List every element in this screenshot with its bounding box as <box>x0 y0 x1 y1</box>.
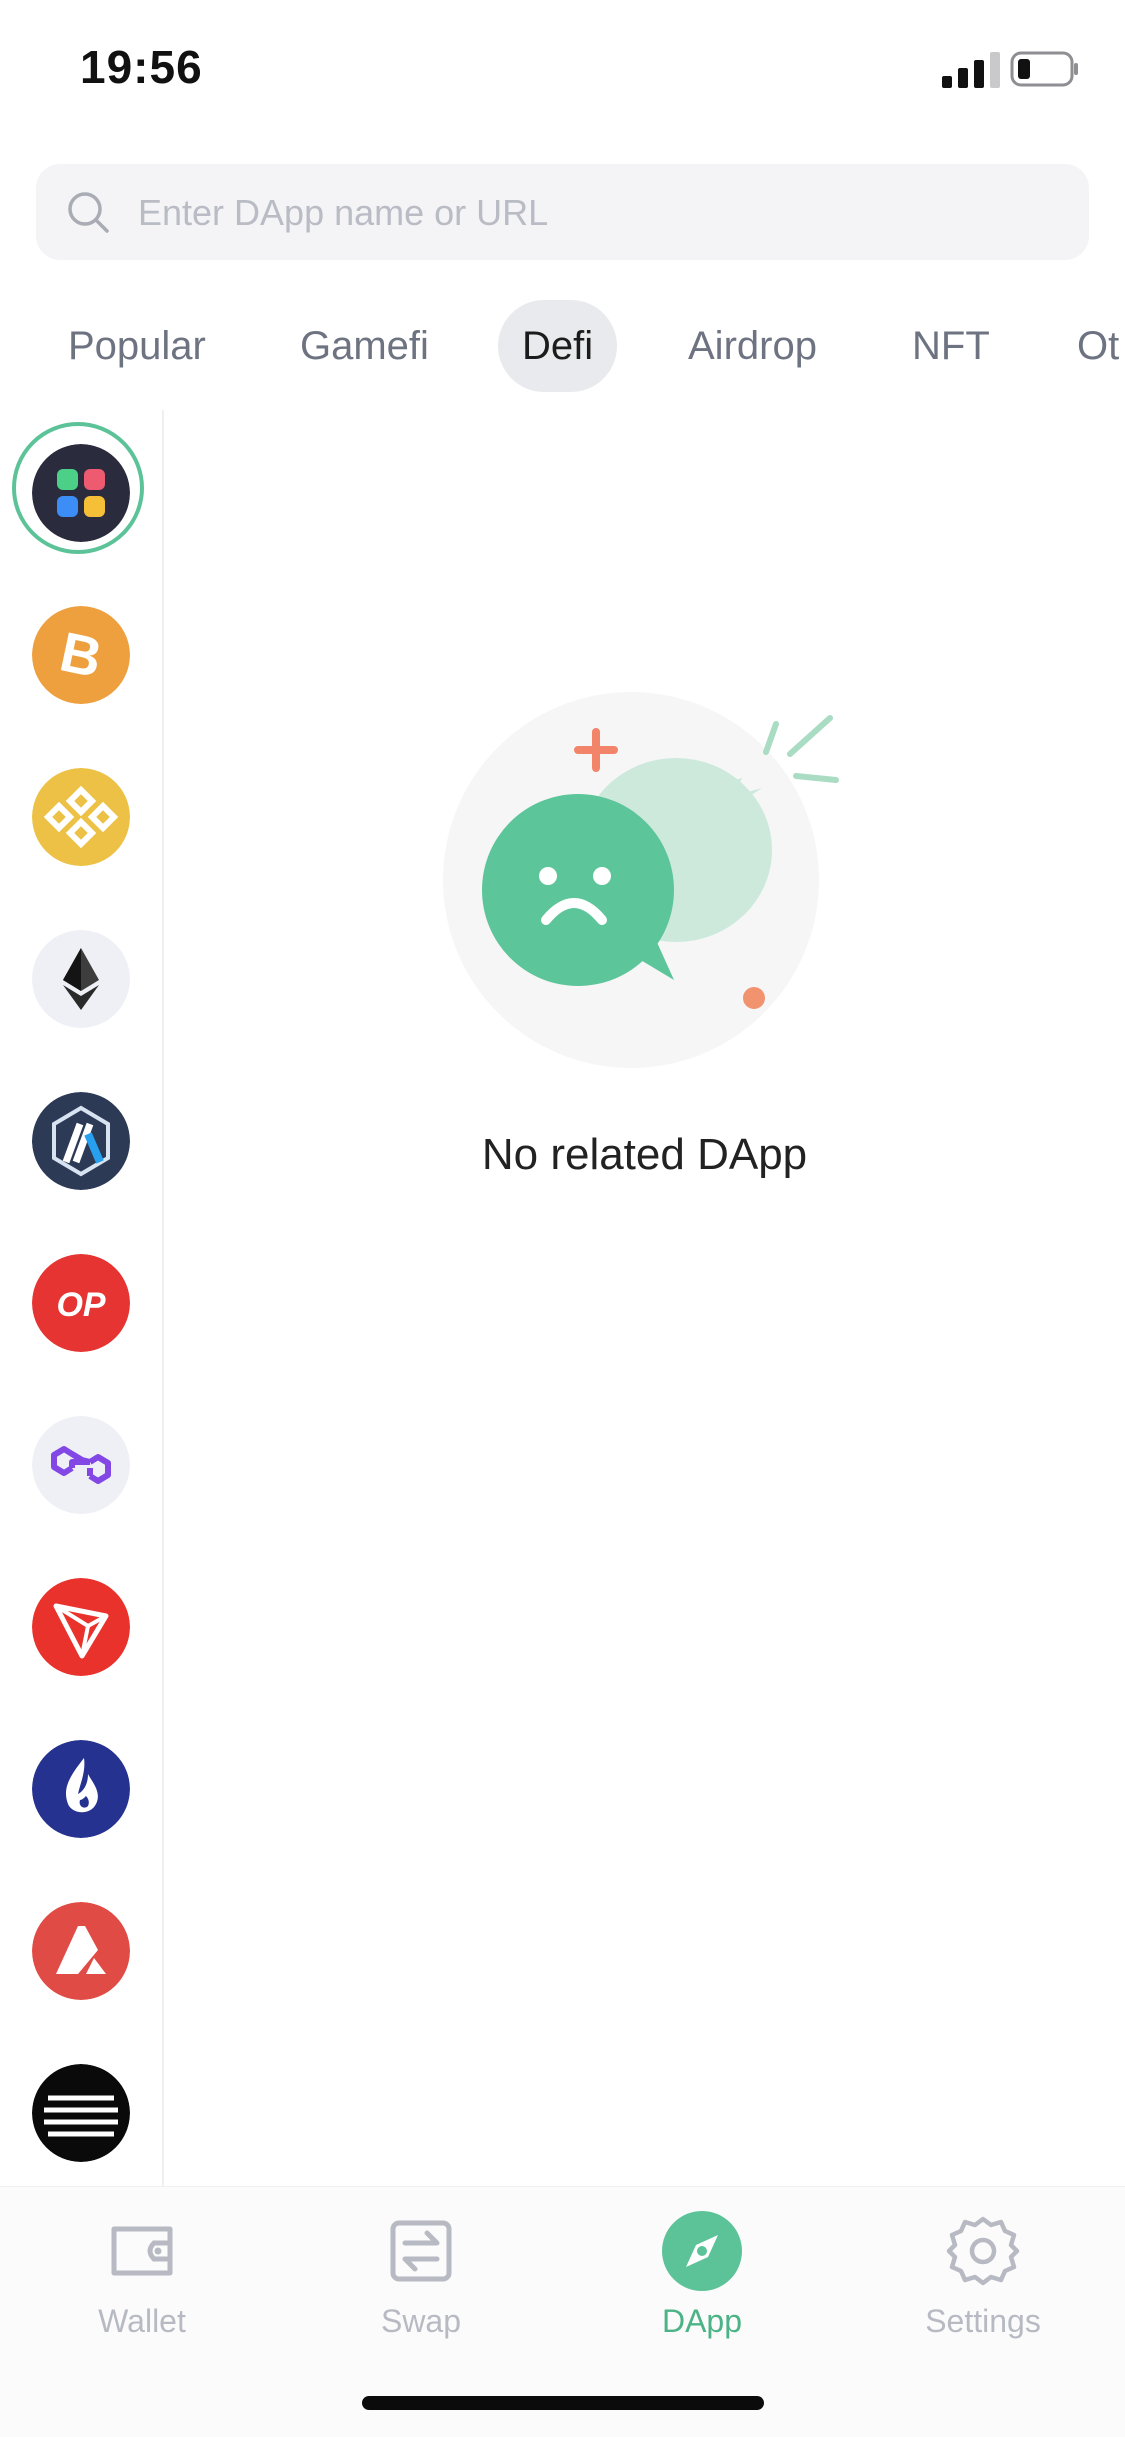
home-indicator <box>362 2396 764 2410</box>
cellular-signal-icon <box>942 52 1000 88</box>
avalanche-icon <box>32 1902 130 2000</box>
compass-icon <box>662 2211 742 2291</box>
tron-icon <box>32 1578 130 1676</box>
ethereum-icon <box>32 930 130 1028</box>
optimism-icon: OP <box>32 1254 130 1352</box>
sad-chat-bubble-icon <box>443 692 839 1068</box>
search-icon <box>68 192 109 233</box>
tab-other[interactable]: Ot <box>1077 300 1119 392</box>
bnb-chain-icon <box>32 768 130 866</box>
chain-arbitrum[interactable] <box>32 1092 130 1190</box>
chain-ethereum[interactable] <box>32 930 130 1028</box>
category-tabs: Popular Gamefi Defi Airdrop NFT Ot <box>0 300 1125 392</box>
aptos-icon <box>32 2064 130 2162</box>
nav-settings[interactable]: Settings <box>883 2209 1083 2359</box>
chain-aptos[interactable] <box>32 2064 130 2162</box>
chain-all[interactable] <box>32 444 130 542</box>
swap-icon <box>390 2220 452 2282</box>
search-bar[interactable] <box>36 164 1089 262</box>
chain-optimism[interactable]: OP <box>32 1254 130 1352</box>
tab-airdrop[interactable]: Airdrop <box>688 300 817 392</box>
arbitrum-icon <box>32 1092 130 1190</box>
heco-icon <box>32 1740 130 1838</box>
chain-bitcoin[interactable]: B <box>32 606 130 704</box>
status-bar: 19:56 <box>0 0 1125 140</box>
tab-nft[interactable]: NFT <box>912 300 990 392</box>
svg-text:OP: OP <box>56 1286 105 1324</box>
nav-dapp[interactable]: DApp <box>602 2209 802 2359</box>
chain-bnb[interactable] <box>32 768 130 866</box>
search-input[interactable] <box>136 164 1060 262</box>
nav-wallet-label: Wallet <box>98 2303 186 2339</box>
chain-heco[interactable] <box>32 1740 130 1838</box>
polygon-icon <box>32 1416 130 1514</box>
empty-state-message: No related DApp <box>481 1130 808 1179</box>
tab-popular[interactable]: Popular <box>68 300 206 392</box>
nav-wallet[interactable]: Wallet <box>42 2209 242 2359</box>
nav-swap[interactable]: Swap <box>321 2209 521 2359</box>
chain-avalanche[interactable] <box>32 1902 130 2000</box>
all-chains-icon <box>32 444 130 542</box>
gear-icon <box>946 2216 1020 2286</box>
nav-settings-label: Settings <box>925 2303 1041 2339</box>
chain-tron[interactable] <box>32 1578 130 1676</box>
tab-defi[interactable]: Defi <box>498 300 618 392</box>
nav-dapp-label: DApp <box>661 2303 743 2339</box>
battery-icon <box>1010 51 1078 87</box>
tab-gamefi[interactable]: Gamefi <box>300 300 429 392</box>
chain-sidebar: B OP <box>0 410 164 2190</box>
status-time: 19:56 <box>80 41 203 93</box>
nav-swap-label: Swap <box>380 2303 462 2339</box>
wallet-icon <box>111 2226 173 2276</box>
chain-polygon[interactable] <box>32 1416 130 1514</box>
bitcoin-icon: B <box>32 606 130 704</box>
